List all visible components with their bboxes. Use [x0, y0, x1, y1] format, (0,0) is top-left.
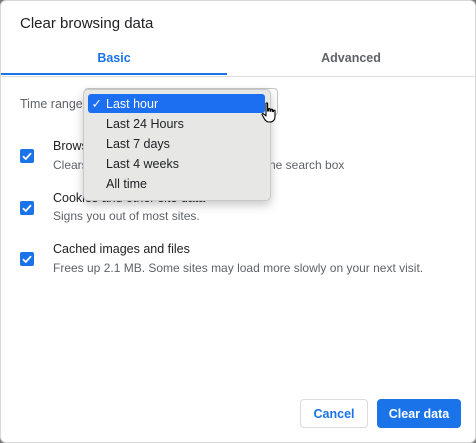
- dialog-title: Clear browsing data: [20, 15, 154, 32]
- clear-data-button[interactable]: Clear data: [377, 399, 461, 428]
- tab-advanced[interactable]: Advanced: [227, 41, 475, 75]
- dropdown-option-last-24-hours[interactable]: Last 24 Hours: [88, 114, 265, 133]
- clear-browsing-data-dialog: Clear browsing data Basic Advanced Time …: [0, 0, 476, 443]
- cancel-button[interactable]: Cancel: [300, 399, 368, 428]
- cookies-description: Signs you out of most sites.: [53, 209, 200, 223]
- dropdown-option-all-time[interactable]: All time: [88, 174, 265, 193]
- checkmark-icon: [22, 152, 32, 161]
- time-range-label: Time range: [20, 97, 83, 111]
- checkmark-icon: [22, 204, 32, 213]
- dropdown-option-last-4-weeks[interactable]: Last 4 weeks: [88, 154, 265, 173]
- tab-basic[interactable]: Basic: [1, 41, 227, 75]
- dropdown-option-last-7-days[interactable]: Last 7 days: [88, 134, 265, 153]
- cached-images-checkbox[interactable]: [20, 252, 34, 266]
- cached-images-description: Frees up 2.1 MB. Some sites may load mor…: [53, 261, 424, 275]
- checkmark-icon: ✓: [91, 97, 102, 111]
- time-range-dropdown-menu: ✓ Last hour Last 24 Hours Last 7 days La…: [83, 89, 271, 201]
- browsing-history-description-end: ne search box: [269, 158, 345, 172]
- checkmark-icon: [22, 255, 32, 264]
- cookies-checkbox[interactable]: [20, 201, 34, 215]
- tab-active-indicator: [1, 73, 227, 75]
- dropdown-option-last-hour[interactable]: ✓ Last hour: [88, 94, 265, 113]
- browsing-history-checkbox[interactable]: [20, 149, 34, 163]
- hand-pointer-icon: [261, 102, 276, 123]
- tab-divider: [1, 76, 475, 77]
- cached-images-title: Cached images and files: [53, 242, 190, 256]
- tab-bar: Basic Advanced: [1, 41, 475, 77]
